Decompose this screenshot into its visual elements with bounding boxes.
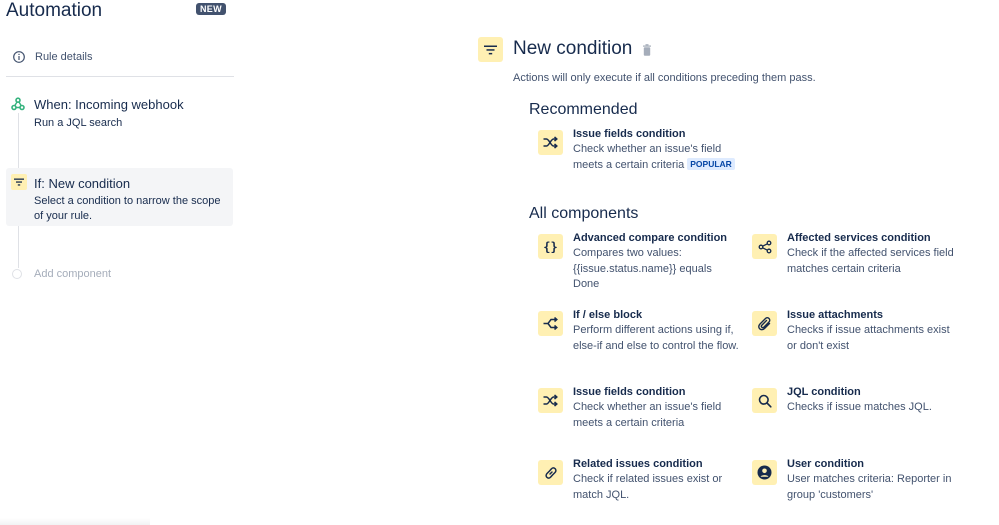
user-icon [752,460,777,485]
condition-item[interactable]: If: New condition Select a condition to … [6,168,233,226]
add-component-button[interactable]: Add component [12,268,111,280]
component-description: Check whether an issue's field meets a c… [573,401,722,429]
recommended-heading: Recommended [529,101,638,118]
popular-badge: POPULAR [687,157,735,170]
component-title: Issue fields condition [573,386,686,398]
condition-title: If: New condition [34,176,131,191]
link-icon [538,460,563,485]
component-description: Checks if issue attachments exist or don… [787,324,950,352]
branch-icon [538,311,563,336]
component-description: Check if the affected services field mat… [787,247,954,275]
panel-description: Actions will only execute if all conditi… [513,72,816,84]
condition-subtitle-1: Select a condition to narrow the scope [34,195,221,207]
shuffle-icon [538,388,563,413]
shuffle-icon [538,130,563,155]
add-dot-icon [12,269,22,279]
rule-details-label: Rule details [35,51,93,63]
component-title: Issue fields condition [573,128,686,140]
component-description: Checks if issue matches JQL. [787,401,932,413]
trigger-title: When: Incoming webhook [34,97,184,112]
trash-icon[interactable] [642,44,652,56]
component-description: Compares two values: {{issue.status.name… [573,247,712,290]
component-description: Perform different actions using if, else… [573,324,739,352]
scroll-shadow [0,518,150,525]
share-nodes-icon [752,234,777,259]
component-title: JQL condition [787,386,861,398]
info-icon [13,51,25,63]
component-description: User matches criteria: Reporter in group… [787,473,952,501]
component-title: Related issues condition [573,458,703,470]
trigger-subtitle: Run a JQL search [34,117,123,129]
add-component-label: Add component [34,268,112,280]
component-title: Advanced compare condition [573,232,728,244]
component-description: Check if related issues exist or match J… [573,473,723,501]
search-icon [752,388,777,413]
rule-sidebar: Automation NEW Rule details When: Incomi… [0,0,240,525]
filter-icon [478,37,503,62]
new-badge: NEW [196,3,226,15]
webhook-icon [11,97,25,111]
step-connector [18,226,19,268]
paperclip-icon [752,311,777,336]
divider [6,76,234,77]
app-title: Automation [6,0,103,21]
all-components-heading: All components [529,205,639,222]
rule-details-item[interactable]: Rule details [12,50,92,64]
component-title: Issue attachments [787,309,883,321]
trigger-item[interactable]: When: Incoming webhook Run a JQL search [6,93,234,133]
condition-subtitle-2: of your rule. [34,210,93,222]
component-title: Affected services condition [787,232,931,244]
component-title: User condition [787,458,865,470]
component-description: Check whether an issue's field meets a c… [573,142,748,173]
filter-icon [11,174,27,190]
component-title: If / else block [573,309,643,321]
panel-title: New condition [513,38,633,59]
braces-icon: {} [538,234,563,259]
